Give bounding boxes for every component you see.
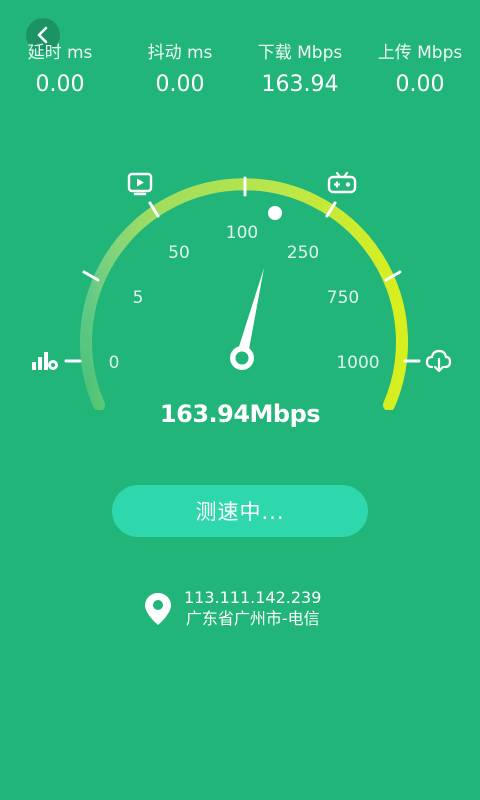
cloud-download-icon [425,349,452,373]
scale-label: 100 [226,223,258,243]
latency-stat: 延时 ms 0.00 [0,42,120,99]
speed-gauge: 0 5 50 100 250 750 1000 [32,171,452,410]
ip-address: 113.111.142.239 [184,588,322,607]
upload-stat: 上传 Mbps 0.00 [360,42,480,99]
location-info: 113.111.142.239 广东省广州市-电信 [144,588,321,630]
jitter-label: 抖动 ms [147,43,213,63]
gauge-marker [268,206,282,220]
gauge-hub-inner [235,351,249,365]
video-icon [127,172,153,196]
jitter-stat: 抖动 ms 0.00 [120,42,240,99]
scale-label: 50 [168,243,190,263]
location-text: 113.111.142.239 广东省广州市-电信 [184,588,321,630]
stats-row: 延时 ms 0.00 抖动 ms 0.00 下载 Mbps 163.94 上传 … [0,42,480,99]
isp-region: 广东省广州市-电信 [185,609,320,628]
download-label: 下载 Mbps [257,43,343,63]
latency-value: 0.00 [35,72,85,97]
testing-status-button[interactable]: 测速中... [112,485,368,537]
upload-value: 0.00 [395,72,445,97]
download-stat: 下载 Mbps 163.94 [240,42,360,99]
game-icon [327,171,357,194]
scale-label: 250 [287,243,319,263]
scale-label: 750 [327,288,359,308]
latency-label: 延时 ms [27,43,93,63]
signal-bars-icon [32,352,58,370]
scale-label: 5 [133,288,144,308]
upload-label: 上传 Mbps [377,43,463,63]
scale-label: 1000 [336,353,379,373]
current-speed: 163.94Mbps [159,400,321,428]
scale-label: 0 [109,353,120,373]
jitter-value: 0.00 [155,72,205,97]
download-value: 163.94 [261,72,339,97]
location-pin-icon [145,593,171,625]
